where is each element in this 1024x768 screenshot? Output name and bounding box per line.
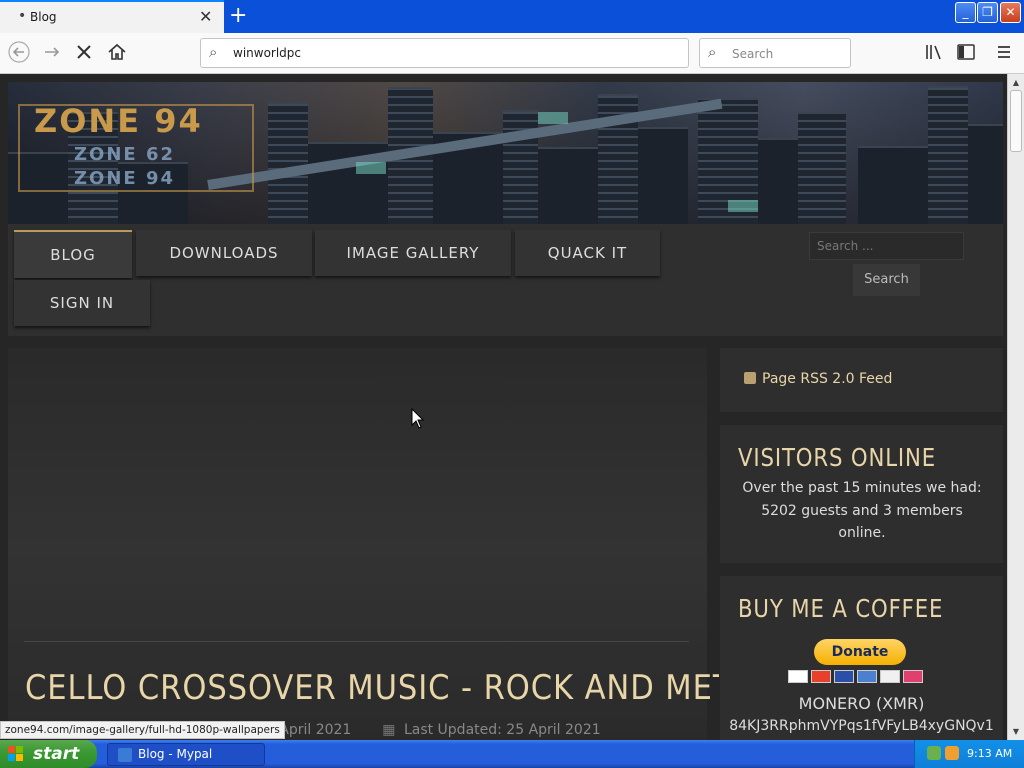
visitors-text: Over the past 15 minutes we had: 5202 gu… [742,480,982,541]
network-icon[interactable] [927,746,941,760]
mastercard-icon [811,670,831,683]
tab-blog[interactable]: • Blog ✕ [0,0,224,33]
page-viewport: ZONE 94 ZONE 62 ZONE 94 BLOG DOWNLOADS I… [0,74,1007,740]
status-url: zone94.com/image-gallery/full-hd-1080p-w… [0,721,285,739]
menu-icon[interactable] [996,44,1012,60]
back-arrow-icon[interactable] [8,41,30,63]
maestro-icon [834,670,854,683]
rss-link[interactable]: Page RSS 2.0 Feed [744,371,892,387]
clock: 9:13 AM [967,747,1013,760]
menu-item-quack-it[interactable]: QUACK IT [515,230,660,276]
visitors-widget: VISITORS ONLINE Over the past 15 minutes… [720,425,1003,563]
scroll-thumb[interactable] [1010,90,1022,152]
banner-building [758,138,798,224]
visa-icon [788,670,808,683]
scroll-up-icon[interactable]: ▲ [1009,75,1023,90]
library-icon[interactable] [925,44,943,60]
visitors-title: VISITORS ONLINE [738,443,937,472]
banner-building [968,124,1003,224]
browser-navbar: ⌕ winworldpc ⌕ Search [0,33,1024,74]
close-window-button[interactable]: ✕ [1000,2,1021,23]
menu-item-blog[interactable]: BLOG [14,230,132,278]
site-logo: ZONE 94 [34,102,203,140]
new-tab-button[interactable]: + [229,2,247,30]
site-logo-sub: ZONE 94 [74,168,176,189]
banner-building [638,127,688,224]
site-banner[interactable]: ZONE 94 ZONE 62 ZONE 94 [8,82,1003,224]
rss-icon [744,372,756,384]
windows-taskbar: start Blog - Mypal 9:13 AM [0,740,1024,768]
content-divider [24,641,689,642]
coffee-title: BUY ME A COFFEE [738,594,944,623]
site-nav: BLOG DOWNLOADS IMAGE GALLERY QUACK IT SI… [8,224,1003,336]
bank-card-icon [903,670,923,683]
banner-glow [356,162,386,174]
menu-item-image-gallery[interactable]: IMAGE GALLERY [315,230,511,276]
scroll-down-icon[interactable]: ▼ [1009,724,1023,739]
rss-widget: Page RSS 2.0 Feed [720,348,1003,412]
home-icon[interactable] [107,42,127,62]
task-label: Blog - Mypal [138,747,213,761]
site-search-button[interactable]: Search [853,264,920,296]
search-tray-icon[interactable] [945,746,959,760]
donate-button[interactable]: Donate [814,639,906,665]
banner-glow [538,112,568,124]
system-tray: 9:13 AM [914,740,1024,768]
menu-item-downloads[interactable]: DOWNLOADS [136,230,312,276]
search-icon: ⌕ [209,43,218,61]
minimize-button[interactable]: _ [955,2,976,23]
banner-building [268,102,308,224]
restore-button[interactable]: ❐ [977,2,998,23]
url-bar[interactable]: ⌕ winworldpc [200,38,689,68]
article-title[interactable]: CELLO CROSSOVER MUSIC - ROCK AND METAL [25,668,770,708]
stop-icon[interactable] [76,44,92,60]
tab-loading-indicator: • [18,8,27,24]
browser-titlebar: • Blog ✕ + _ ❐ ✕ [0,0,1024,33]
forward-arrow-icon[interactable] [42,42,62,62]
browser-icon [118,748,132,762]
start-button[interactable]: start [0,740,97,768]
search-placeholder: Search [732,47,774,61]
updated-date: Last Updated: 25 April 2021 [403,722,601,738]
taskbar-item-browser[interactable]: Blog - Mypal [107,743,265,766]
banner-building [538,147,598,224]
monero-label: MONERO (XMR) [798,694,925,713]
site-logo-sub: ZONE 62 [74,144,176,165]
coffee-widget: BUY ME A COFFEE Donate MONERO (XMR) 84KJ… [720,576,1003,740]
article-meta: 25 April 2021 ▦ Last Updated: 25 April 2… [257,722,601,738]
start-label: start [33,744,80,764]
banner-building [928,86,968,224]
browser-search-input[interactable]: ⌕ Search [699,38,851,68]
menu-item-sign-in[interactable]: SIGN IN [14,280,150,326]
amex-icon [857,670,877,683]
banner-building [798,112,846,224]
sidebar-icon[interactable] [957,44,975,60]
banner-building [858,146,928,224]
search-icon: ⌕ [708,43,717,61]
monero-address: 84KJ3RRphmVYPqs1fVFyLB4xyGNQv1 [729,718,994,734]
close-tab-icon[interactable]: ✕ [199,7,212,26]
mouse-cursor-icon [411,408,425,429]
discover-icon [880,670,900,683]
site-search-input[interactable]: Search ... [809,232,964,260]
windows-flag-icon [8,746,24,762]
banner-glow [728,200,758,212]
tab-title: Blog [30,10,57,24]
url-text: winworldpc [233,46,302,60]
payment-cards [788,670,926,689]
rss-label: Page RSS 2.0 Feed [762,371,893,387]
page-scrollbar[interactable]: ▲ ▼ [1007,74,1024,740]
calendar-icon: ▦ [382,722,396,738]
main-content: CELLO CROSSOVER MUSIC - ROCK AND METAL 2… [8,348,769,740]
banner-building [503,110,538,224]
